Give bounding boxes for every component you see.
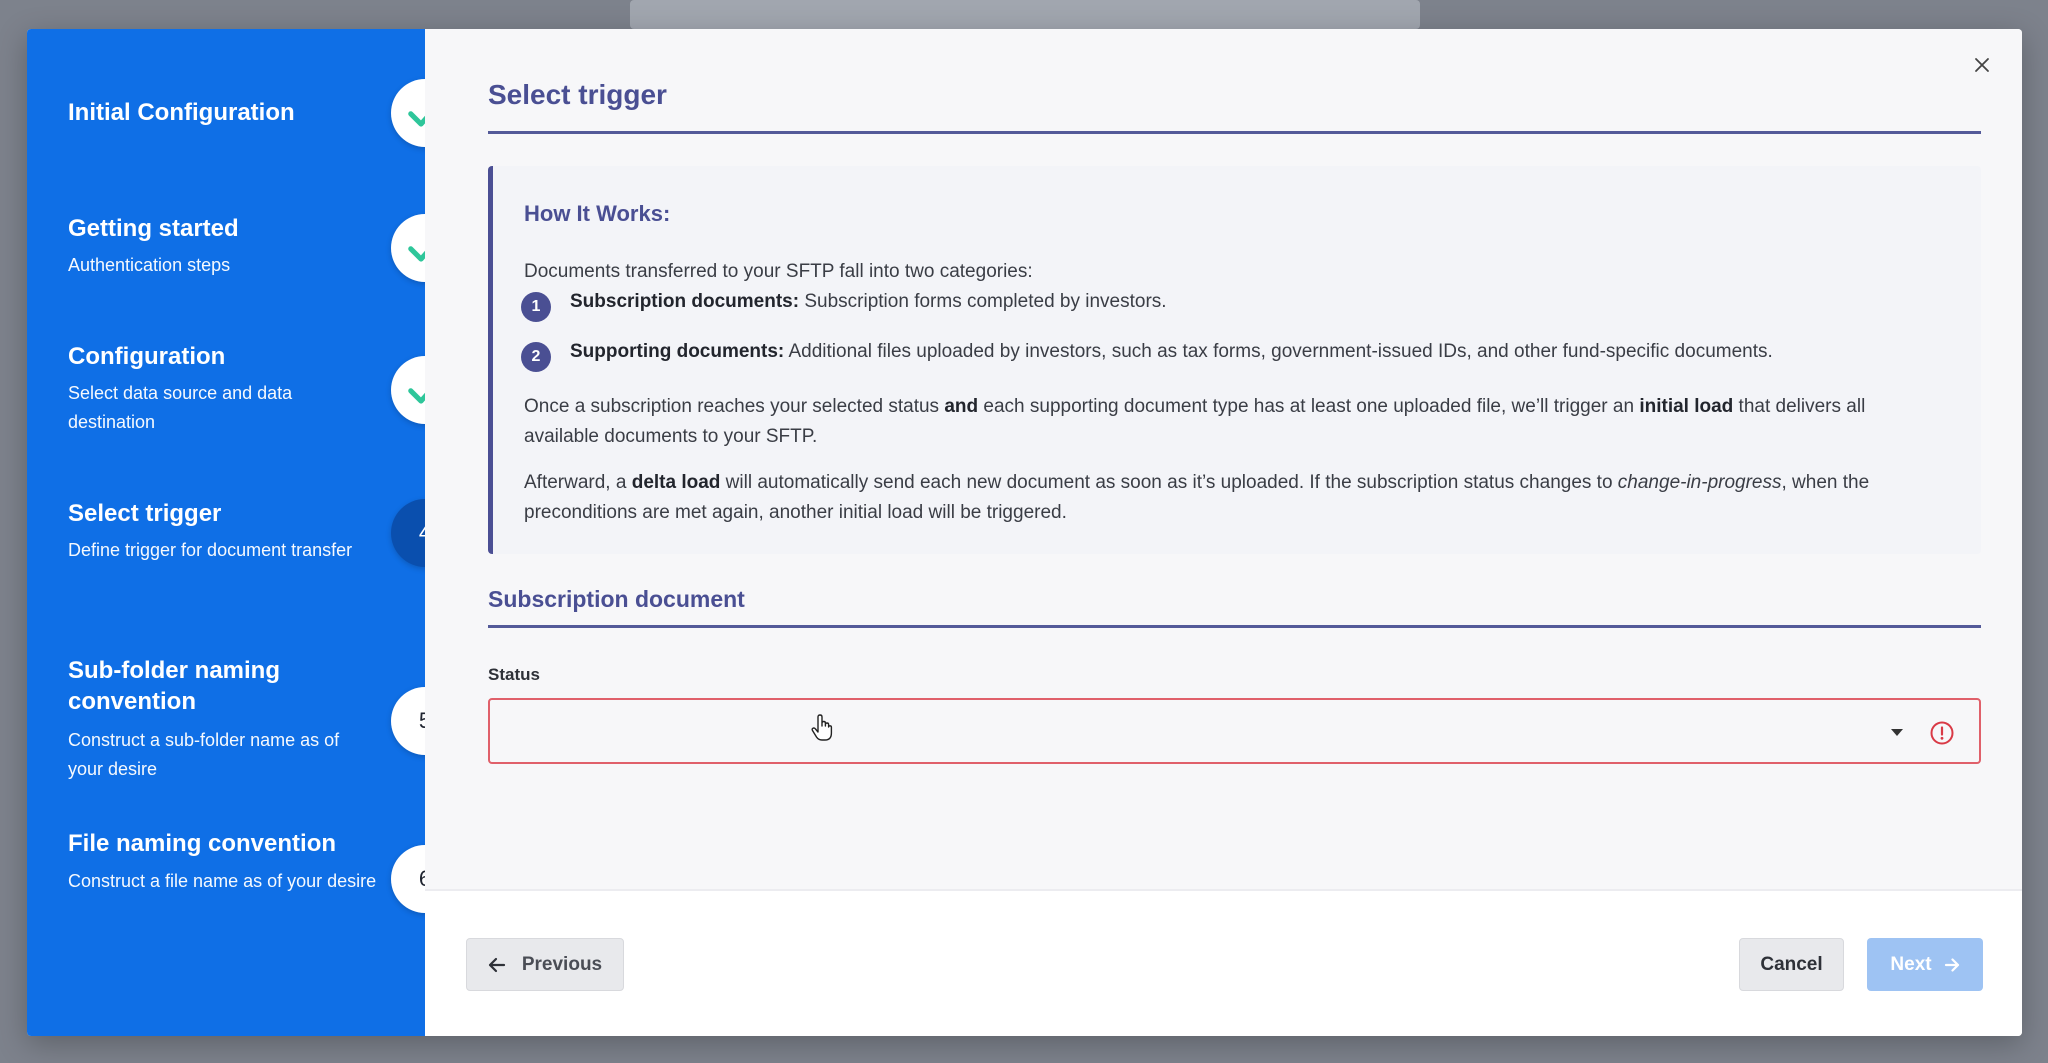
chevron-down-icon[interactable] <box>1891 729 1903 736</box>
info-heading: How It Works: <box>524 201 671 226</box>
step-description: Define trigger for document transfer <box>68 540 353 560</box>
previous-button[interactable]: Previous <box>466 938 624 991</box>
info-item: Supporting documents: Additional files u… <box>570 337 1950 367</box>
status-select[interactable] <box>488 698 1981 764</box>
text: will automatically send each new documen… <box>720 472 1618 493</box>
divider <box>488 625 1981 628</box>
step-title: File naming convention <box>68 830 337 857</box>
next-label: Next <box>1890 953 1932 975</box>
text-bold: delta load <box>631 472 721 493</box>
text-italic: change-in-progress <box>1617 472 1782 493</box>
text-bold: and <box>944 396 979 417</box>
section-title: Subscription document <box>488 586 745 612</box>
close-button[interactable] <box>1968 51 1996 79</box>
step-description: Authentication steps <box>68 255 231 275</box>
info-item: Subscription documents: Subscription for… <box>570 287 1950 317</box>
item-text: Subscription forms completed by investor… <box>799 291 1167 312</box>
step-title: Configuration <box>68 343 226 370</box>
arrow-right-icon <box>1944 957 1959 972</box>
wizard-stepper: Initial Configuration Getting started Au… <box>27 29 459 1036</box>
how-it-works-panel: How It Works: Documents transferred to y… <box>488 166 1981 554</box>
info-paragraph-delta-load: Afterward, a delta load will automatical… <box>524 468 1944 528</box>
info-paragraph-initial-load: Once a subscription reaches your selecte… <box>524 392 1944 452</box>
number-badge: 2 <box>521 342 551 372</box>
wizard-footer: Previous Cancel Next <box>425 889 2022 1036</box>
backdrop-page <box>630 0 1420 29</box>
setup-wizard-dialog: Initial Configuration Getting started Au… <box>27 29 2022 1036</box>
number-badge: 1 <box>521 292 551 322</box>
status-label: Status <box>488 665 540 684</box>
text: each supporting document type has at lea… <box>978 396 1640 417</box>
text-bold: initial load <box>1639 396 1734 417</box>
cancel-button[interactable]: Cancel <box>1739 938 1844 991</box>
step-description: Construct a sub-folder name as of your d… <box>68 730 340 779</box>
hand-cursor-icon <box>811 714 833 741</box>
page-title: Select trigger <box>488 79 667 110</box>
divider <box>488 131 1981 134</box>
item-label: Subscription documents: <box>570 291 800 312</box>
step-description: Construct a file name as of your desire <box>68 871 377 891</box>
step-title: Initial Configuration <box>68 99 295 126</box>
step-title: Getting started <box>68 215 239 242</box>
arrow-left-icon <box>488 957 505 972</box>
text: Afterward, a <box>524 472 632 493</box>
item-label: Supporting documents: <box>570 341 785 362</box>
next-button[interactable]: Next <box>1867 938 1983 991</box>
step-title: Sub-folder naming convention <box>68 657 280 715</box>
close-icon <box>1975 58 1989 72</box>
step-title: Select trigger <box>68 500 222 527</box>
text: Once a subscription reaches your selecte… <box>524 396 945 417</box>
main-content: Select trigger How It Works: Documents t… <box>425 29 2022 889</box>
step-description: Select data source and data destination <box>68 383 293 432</box>
previous-label: Previous <box>521 953 603 975</box>
info-intro: Documents transferred to your SFTP fall … <box>524 261 1033 282</box>
error-icon <box>1930 721 1954 745</box>
item-text: Additional files uploaded by investors, … <box>784 341 1773 362</box>
